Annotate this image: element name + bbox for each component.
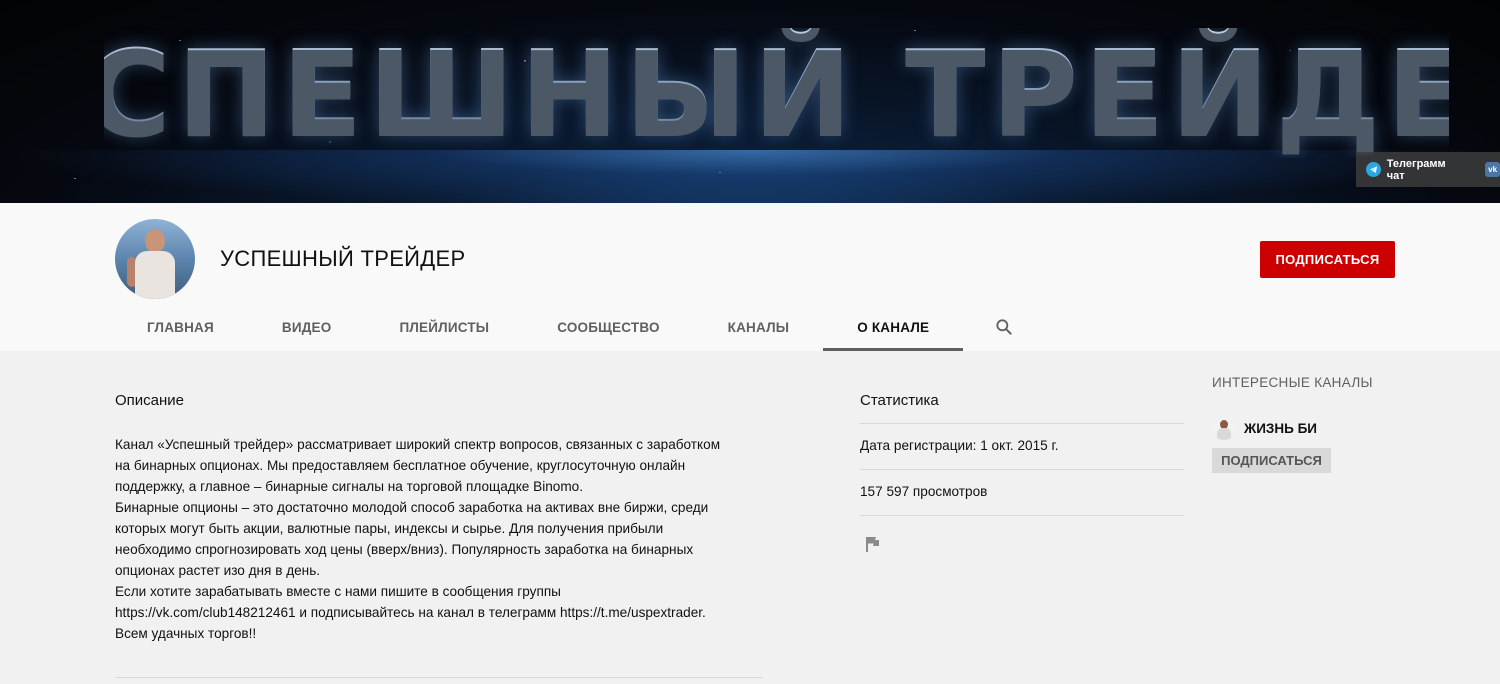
channel-name: УСПЕШНЫЙ ТРЕЙДЕР	[220, 246, 466, 271]
featured-subscribe-button[interactable]: ПОДПИСАТЬСЯ	[1212, 448, 1331, 473]
subscribe-button[interactable]: ПОДПИСАТЬСЯ	[1260, 241, 1395, 278]
tab-videos[interactable]: ВИДЕО	[248, 303, 366, 351]
banner-links: Телеграмм чат vk	[1356, 152, 1500, 187]
banner-title: УСПЕШНЫЙ ТРЕЙДЕР	[104, 28, 1449, 158]
divider	[115, 677, 763, 678]
channel-header: УСПЕШНЫЙ ТРЕЙДЕР ПОДПИСАТЬСЯ ГЛАВНАЯ ВИД…	[0, 203, 1500, 351]
channel-tabs: ГЛАВНАЯ ВИДЕО ПЛЕЙЛИСТЫ СООБЩЕСТВО КАНАЛ…	[113, 303, 1029, 351]
featured-channels-title: ИНТЕРЕСНЫЕ КАНАЛЫ	[1212, 375, 1373, 390]
vk-icon[interactable]: vk	[1485, 162, 1500, 177]
telegram-chat-label: Телеграмм чат	[1386, 157, 1446, 182]
divider	[860, 423, 1184, 424]
divider	[860, 515, 1184, 516]
stats-title: Статистика	[860, 392, 939, 409]
tab-home[interactable]: ГЛАВНАЯ	[113, 303, 248, 351]
channel-avatar[interactable]	[115, 219, 195, 299]
featured-channel-name: ЖИЗНЬ БИ	[1244, 420, 1317, 436]
telegram-icon	[1366, 162, 1381, 177]
tab-playlists[interactable]: ПЛЕЙЛИСТЫ	[365, 303, 523, 351]
divider	[860, 469, 1184, 470]
telegram-chat-link[interactable]: Телеграмм чат	[1366, 158, 1465, 182]
flag-icon[interactable]	[864, 535, 882, 553]
featured-channel-item[interactable]: ЖИЗНЬ БИ	[1212, 416, 1317, 440]
tab-about[interactable]: О КАНАЛЕ	[823, 303, 964, 351]
featured-channel-avatar	[1212, 416, 1236, 440]
view-count: 157 597 просмотров	[860, 484, 988, 499]
description-title: Описание	[115, 392, 185, 409]
search-icon[interactable]	[979, 303, 1029, 351]
tab-channels[interactable]: КАНАЛЫ	[694, 303, 824, 351]
description-text: Канал «Успешный трейдер» рассматривает ш…	[115, 437, 721, 641]
channel-banner: УСПЕШНЫЙ ТРЕЙДЕР Телеграмм чат vk	[0, 0, 1500, 203]
tab-community[interactable]: СООБЩЕСТВО	[523, 303, 693, 351]
registration-date: Дата регистрации: 1 окт. 2015 г.	[860, 438, 1059, 453]
